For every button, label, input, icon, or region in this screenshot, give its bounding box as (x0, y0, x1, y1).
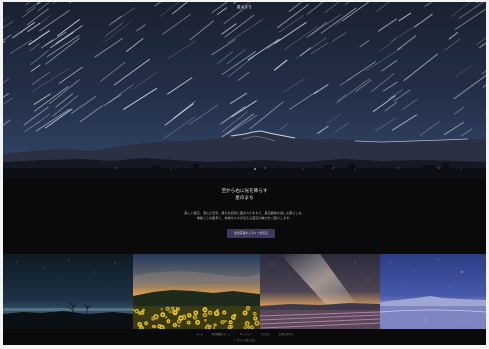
footer-link-spots[interactable]: 星空観察スポット (212, 333, 231, 336)
hero-star-trails-image (3, 2, 486, 178)
milky-way-field-image (260, 254, 380, 329)
gallery-photo-sunflower-sunset[interactable] (133, 254, 260, 329)
site-footer: ホーム 星空観察スポット ギャラリー アクセス お問い合わせ © 星のまち観光協… (3, 329, 486, 345)
intro-title-line1: 空から右に光を降らす (221, 189, 268, 194)
gallery-photo-snowy-meadow[interactable] (380, 254, 486, 329)
footer-link-gallery[interactable]: ギャラリー (240, 333, 252, 336)
site-logo[interactable]: 星のまち (3, 5, 486, 10)
footer-link-contact[interactable]: お問い合わせ (279, 333, 293, 336)
intro-title-line2: 星のまち (235, 196, 254, 201)
intro-body-line2: 季節ごとの星景と、地域の人々が伝える夜空の魅力をご紹介します。 (196, 216, 293, 220)
page: 星のまち 空から右に光を降らす 星のまち 美しい夜空、澄んだ空気、豊かな自然に囲… (3, 2, 486, 345)
footer-link-home[interactable]: ホーム (196, 333, 203, 336)
snowy-meadow-image (380, 254, 486, 329)
footer-copyright: © 星のまち観光協会 (233, 339, 256, 342)
gallery-photo-night-lake[interactable] (3, 254, 133, 329)
intro-section: 空から右に光を降らす 星のまち 美しい夜空、澄んだ空気、豊かな自然に囲まれたまち… (3, 178, 486, 254)
photo-gallery (3, 254, 486, 329)
footer-nav: ホーム 星空観察スポット ギャラリー アクセス お問い合わせ (3, 332, 486, 336)
night-lake-image (3, 254, 133, 329)
hero-section: 星のまち (3, 2, 486, 178)
gallery-cta-button[interactable]: 星景写真ギャラリーを見る (227, 229, 275, 238)
gallery-photo-milky-way-field[interactable] (260, 254, 380, 329)
footer-link-access[interactable]: アクセス (260, 333, 269, 336)
sunflower-sunset-image (133, 254, 260, 329)
